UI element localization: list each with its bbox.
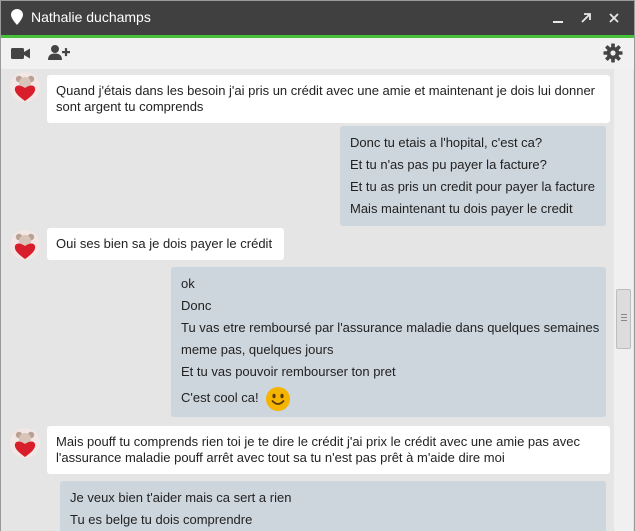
message-line: Et tu as pris un credit pour payer la fa… (350, 179, 595, 194)
incoming-message: Mais pouff tu comprends rien toi je te d… (47, 426, 610, 474)
incoming-message: Quand j'étais dans les besoin j'ai pris … (47, 75, 610, 123)
avatar (10, 230, 40, 260)
message-line: Quand j'étais dans les besoin j'ai pris … (56, 83, 596, 98)
message-line: l'assurance maladie pouff arrêt avec tou… (56, 450, 505, 465)
outgoing-message: ok Donc Tu vas etre remboursé par l'assu… (171, 267, 606, 417)
message-line: C'est cool ca! (181, 383, 596, 413)
incoming-message: Oui ses bien sa je dois payer le crédit (47, 228, 284, 260)
video-call-icon[interactable] (11, 47, 31, 60)
chat-toolbar (1, 38, 634, 69)
message-line: Oui ses bien sa je dois payer le crédit (56, 236, 273, 251)
chat-window: Nathalie duchamps Quand j'étais dans les… (0, 0, 635, 531)
grip-line (621, 314, 627, 315)
outgoing-message: Donc tu etais a l'hopital, c'est ca? Et … (340, 126, 606, 226)
outgoing-message: Je veux bien t'aider mais ca sert a rien… (60, 481, 606, 531)
message-line: ok (181, 276, 195, 291)
message-text: C'est cool ca! (181, 390, 259, 405)
message-line: meme pas, quelques jours (181, 342, 334, 357)
message-line: Et tu n'as pas pu payer la facture? (350, 157, 547, 172)
title-bar[interactable]: Nathalie duchamps (1, 1, 634, 35)
message-line: Donc (181, 298, 212, 313)
contact-name: Nathalie duchamps (31, 9, 151, 25)
teddy-bear-heart-icon (14, 75, 36, 101)
message-line: Donc tu etais a l'hopital, c'est ca? (350, 135, 543, 150)
message-line: Mais pouff tu comprends rien toi je te d… (56, 434, 580, 449)
grip-line (621, 320, 627, 321)
teddy-bear-heart-icon (14, 431, 36, 457)
add-person-icon[interactable] (48, 44, 70, 61)
message-line: Et tu vas pouvoir rembourser ton pret (181, 364, 396, 379)
message-line: Je veux bien t'aider mais ca sert a rien (70, 490, 292, 505)
gear-icon[interactable] (603, 43, 623, 63)
teddy-bear-heart-icon (14, 233, 36, 259)
grip-line (621, 317, 627, 318)
scrollbar-thumb[interactable] (616, 289, 631, 349)
smiley-emoji-icon (266, 386, 291, 411)
scrollbar[interactable] (614, 69, 633, 531)
message-line: sont argent tu comprends (56, 99, 204, 114)
minimize-icon[interactable] (548, 8, 568, 28)
message-line: Tu vas etre remboursé par l'assurance ma… (181, 320, 600, 335)
avatar (10, 72, 40, 102)
popout-icon[interactable] (576, 8, 596, 28)
location-pin-icon (11, 9, 23, 25)
message-line: Tu es belge tu dois comprendre (70, 512, 253, 527)
message-list[interactable]: Quand j'étais dans les besoin j'ai pris … (1, 69, 634, 531)
close-icon[interactable] (604, 8, 624, 28)
message-line: Mais maintenant tu dois payer le credit (350, 201, 573, 216)
avatar (10, 428, 40, 458)
